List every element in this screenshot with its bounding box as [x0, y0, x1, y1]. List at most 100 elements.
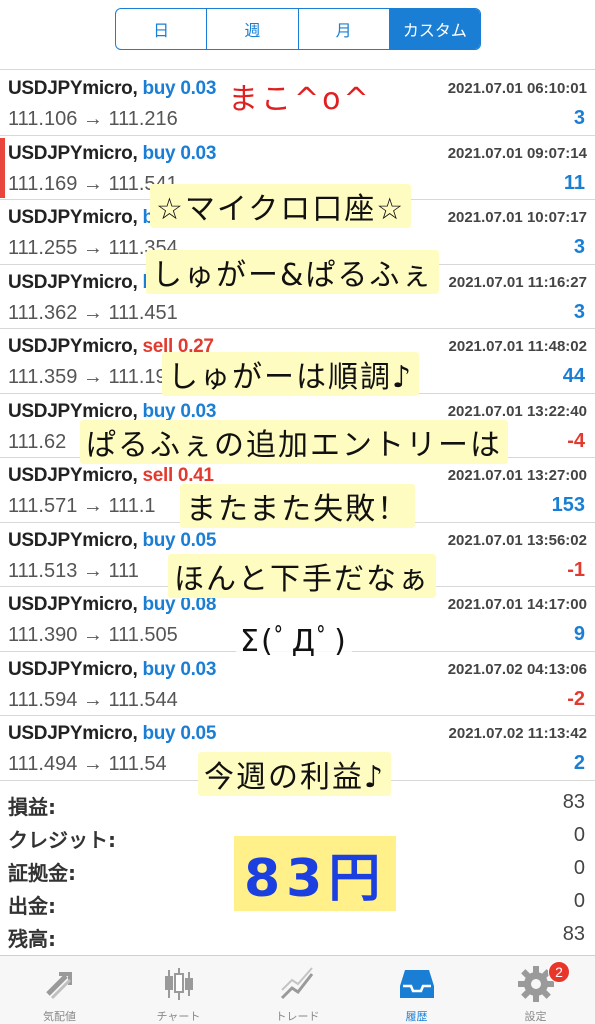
trade-profit: 3	[573, 107, 585, 129]
trade-symbol: USDJPYmicro,	[8, 336, 138, 357]
trade-lots: 0.41	[177, 465, 214, 486]
trade-lots: 0.03	[180, 78, 217, 99]
tab-settings-label: 設定	[524, 1010, 547, 1023]
trade-time: 2021.07.01 11:48:02	[448, 338, 587, 355]
trade-time: 2021.07.01 13:27:00	[447, 467, 587, 484]
trade-prices: 111.390 → 111.505	[8, 624, 178, 646]
trade-time: 2021.07.02 04:13:06	[447, 660, 587, 678]
trade-line-icon	[280, 967, 313, 1000]
trade-prices: 111.106 → 111.216	[8, 108, 178, 130]
tab-quotes[interactable]: 気配値	[0, 956, 119, 1024]
summary-label: 残高:	[8, 927, 56, 951]
tab-history[interactable]: 履歴	[357, 956, 476, 1024]
trade-symbol-line: USDJPYmicro, buy 0.03	[8, 78, 216, 100]
summary-label: 証拠金:	[8, 861, 76, 885]
summary-value: 83	[562, 923, 585, 945]
trade-symbol: USDJPYmicro,	[8, 529, 138, 551]
trade-profit: -1	[567, 558, 585, 581]
trade-profit: -2	[567, 687, 585, 710]
trade-symbol: USDJPYmicro,	[8, 207, 138, 228]
tab-chart-label: チャート	[156, 1010, 201, 1023]
trade-symbol: USDJPYmicro,	[8, 78, 138, 99]
quotes-arrows-icon	[45, 972, 72, 1000]
tab-trade-label: トレード	[275, 1010, 320, 1023]
trade-side: buy	[142, 400, 176, 422]
trade-lots: 0.03	[180, 658, 217, 680]
trade-lots: 0.05	[180, 529, 217, 551]
tab-settings[interactable]: 設定 2	[476, 956, 595, 1024]
trade-side: sell	[142, 465, 173, 486]
annotation-line-8: 今週の利益♪	[198, 752, 392, 796]
trade-lots: 0.03	[180, 400, 217, 422]
trade-symbol: USDJPYmicro,	[8, 465, 138, 486]
weekly-profit-annotation: 83円	[234, 836, 397, 911]
trade-time: 2021.07.01 13:56:02	[447, 531, 587, 549]
trade-profit: 3	[573, 300, 585, 323]
trade-profit: 44	[562, 365, 585, 387]
period-custom-button[interactable]: カスタム	[389, 9, 480, 49]
trade-time: 2021.07.02 11:13:42	[448, 725, 587, 742]
trade-prices: 111.571 → 111.1	[8, 495, 156, 517]
annotation-line-7: Σ(ﾟДﾟ)	[236, 616, 352, 660]
trade-profit: -4	[567, 429, 585, 452]
trade-prices: 111.359 → 111.19	[8, 366, 167, 388]
trade-side: buy	[142, 658, 176, 680]
trade-prices: 111.594 → 111.544	[8, 688, 178, 711]
summary-value: 0	[573, 857, 585, 879]
summary-value: 83	[562, 791, 585, 813]
annotation-line-1: ☆マイクロ口座☆	[150, 184, 412, 228]
trade-symbol: USDJPYmicro,	[8, 271, 138, 293]
trade-symbol: USDJPYmicro,	[8, 723, 138, 744]
summary-label: クレジット:	[8, 828, 116, 852]
annotation-line-5: またまた失敗！	[180, 484, 416, 528]
summary-value: 0	[573, 890, 585, 912]
trade-time: 2021.07.01 09:07:14	[447, 144, 587, 162]
trade-prices: 111.513 → 111	[8, 559, 139, 582]
summary-label: 出金:	[8, 894, 56, 918]
trade-lots: 0.05	[180, 723, 217, 744]
trade-row[interactable]: USDJPYmicro, buy 0.03 111.594 → 111.544 20…	[0, 652, 595, 716]
trade-profit: 9	[573, 623, 585, 645]
tab-chart[interactable]: チャート	[119, 956, 238, 1024]
period-day-button[interactable]: 日	[116, 9, 208, 49]
annotation-line-2: しゅがー&ぱるふぇ	[146, 250, 440, 294]
trade-symbol: USDJPYmicro,	[8, 400, 138, 422]
trade-side: buy	[142, 723, 176, 744]
author-annotation: まこ^o^	[228, 82, 372, 117]
settings-notification-badge: 2	[548, 961, 570, 983]
trade-time: 2021.07.01 14:17:00	[447, 596, 587, 613]
trade-symbol-line: USDJPYmicro, buy 0.03	[8, 659, 216, 681]
tab-trade[interactable]: トレード	[238, 956, 357, 1024]
trade-symbol: USDJPYmicro,	[8, 658, 138, 680]
trade-symbol-line: USDJPYmicro, buy 0.05	[8, 530, 216, 552]
annotation-line-3: しゅがーは順調♪	[162, 352, 420, 396]
trade-time: 2021.07.01 06:10:01	[447, 80, 587, 97]
history-inbox-icon	[399, 970, 434, 998]
trade-lots: 0.03	[180, 142, 217, 164]
period-week-button[interactable]: 週	[207, 9, 299, 49]
trade-time: 2021.07.01 11:16:27	[448, 273, 587, 291]
trade-prices: 111.494 → 111.54	[8, 753, 167, 775]
period-month-button[interactable]: 月	[299, 9, 390, 49]
trade-symbol-line: USDJPYmicro, buy 0.03	[8, 143, 216, 165]
period-segmented-control-bar: 日 週 月 カスタム	[0, 0, 595, 60]
trade-time: 2021.07.01 10:07:17	[447, 209, 587, 226]
trade-symbol-line: USDJPYmicro, buy 0.05	[8, 723, 216, 745]
trade-prices: 111.362 → 111.451	[8, 301, 178, 324]
candlestick-chart-icon	[164, 968, 193, 1000]
trade-profit: 3	[573, 236, 585, 258]
trade-side: buy	[142, 78, 176, 99]
summary-label: 損益:	[8, 795, 56, 819]
tab-quotes-label: 気配値	[43, 1010, 76, 1023]
tab-history-label: 履歴	[405, 1010, 428, 1023]
trade-side: buy	[142, 529, 176, 551]
trade-profit: 2	[573, 752, 585, 774]
trade-profit: 153	[551, 494, 585, 516]
summary-value: 0	[573, 824, 585, 846]
period-segmented-control: 日 週 月 カスタム	[115, 8, 481, 50]
clipped-previous-row	[0, 60, 595, 70]
trade-symbol: USDJPYmicro,	[8, 142, 138, 164]
trade-side: buy	[142, 142, 176, 164]
summary-row: 残高: 83	[0, 919, 595, 952]
bottom-tab-bar: 気配値 チャート トレード 履歴 設定 2	[0, 955, 595, 1024]
